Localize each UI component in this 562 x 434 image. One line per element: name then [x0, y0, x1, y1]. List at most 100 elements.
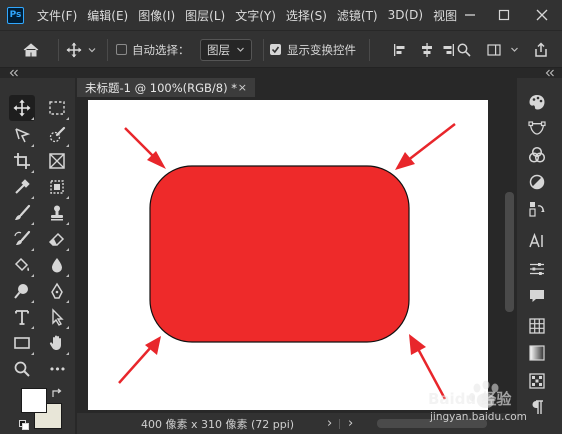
foreground-color-swatch[interactable] [21, 388, 47, 413]
maximize-button[interactable] [490, 0, 518, 30]
align-right-button[interactable] [441, 31, 455, 68]
zoom-tool[interactable] [9, 356, 35, 382]
menu-layer[interactable]: 图层(L) [185, 7, 225, 24]
baidu-watermark: Baidu 经验 jingyan.baidu.com [422, 370, 542, 434]
divider [263, 39, 264, 61]
color-panel-button[interactable] [526, 91, 548, 113]
workspace-button[interactable] [487, 31, 501, 68]
menu-select[interactable]: 选择(S) [286, 7, 327, 24]
rounded-rectangle-shape[interactable] [149, 165, 410, 343]
quick-selection-tool[interactable] [44, 122, 70, 148]
type-tool[interactable] [9, 304, 35, 330]
sliders-icon [530, 263, 544, 275]
checkbox-box[interactable] [116, 44, 127, 55]
menu-edit[interactable]: 编辑(E) [87, 7, 128, 24]
menu-type[interactable]: 文字(Y) [235, 7, 276, 24]
gradients-panel-button[interactable] [526, 342, 548, 364]
swap-colors-button[interactable] [51, 387, 63, 402]
zoom-icon [14, 361, 30, 377]
menu-filter[interactable]: 滤镜(T) [337, 7, 378, 24]
hand-tool[interactable] [44, 330, 70, 356]
lasso-tool[interactable] [9, 122, 35, 148]
tab-close-icon[interactable]: × [238, 81, 247, 94]
path-selection-tool[interactable] [44, 304, 70, 330]
frame-tool[interactable] [44, 148, 70, 174]
photoshop-logo[interactable]: Ps [7, 6, 24, 24]
search-icon [457, 43, 471, 57]
clone-stamp-tool[interactable] [44, 200, 70, 226]
search-button[interactable] [457, 31, 471, 68]
tools-panel: ••• [0, 78, 75, 434]
default-colors-button[interactable] [19, 419, 29, 433]
rectangle-icon [14, 337, 30, 349]
marquee-tool[interactable] [44, 95, 70, 121]
home-icon [23, 42, 39, 56]
minimize-icon [465, 14, 475, 16]
default-colors-icon [19, 420, 29, 430]
eyedropper-tool[interactable] [9, 174, 35, 200]
crop-icon [14, 153, 30, 169]
history-brush-icon [14, 230, 31, 245]
history-brush-tool[interactable] [9, 226, 35, 252]
horizontal-scroll-left[interactable]: › [348, 416, 353, 431]
character-panel-button[interactable] [526, 230, 548, 252]
healing-icon [50, 180, 64, 194]
menu-image[interactable]: 图像(I) [138, 7, 175, 24]
status-nav-arrow[interactable]: › [327, 416, 332, 431]
auto-select-target-dropdown[interactable]: 图层 [200, 38, 252, 61]
document-tab[interactable]: 未标题-1 @ 100%(RGB/8) * × [77, 78, 255, 97]
toolbar-collapse-strip[interactable] [0, 68, 75, 78]
auto-select-checkbox[interactable] [116, 31, 127, 68]
vertical-scrollbar[interactable] [503, 97, 517, 413]
paint-bucket-tool[interactable] [9, 252, 35, 278]
paths-panel-button[interactable] [526, 117, 548, 139]
paint-bucket-icon [14, 257, 30, 272]
dodge-tool[interactable] [9, 278, 35, 304]
tool-preset-picker[interactable] [66, 31, 97, 68]
share-button[interactable] [533, 31, 549, 68]
blur-tool[interactable] [44, 252, 70, 278]
layers-shortcut-icon [529, 202, 545, 217]
close-button[interactable] [528, 0, 556, 30]
rectangle-tool[interactable] [9, 330, 35, 356]
swatches-panel-button[interactable] [526, 315, 548, 337]
workspace-dropdown[interactable] [510, 31, 519, 68]
home-button[interactable] [22, 31, 40, 68]
workspace-icon [487, 43, 501, 56]
menu-file[interactable]: 文件(F) [37, 7, 77, 24]
checkbox-box[interactable] [270, 44, 281, 55]
maximize-icon [498, 9, 510, 21]
panel-collapse-strip[interactable] [517, 68, 562, 78]
show-transform-checkbox[interactable] [270, 31, 281, 68]
minimize-button[interactable] [456, 0, 484, 30]
share-icon [535, 41, 547, 57]
channels-panel-button[interactable] [526, 144, 548, 166]
channels-icon [528, 146, 546, 163]
pen-tool[interactable] [44, 278, 70, 304]
align-left-button[interactable] [393, 31, 407, 68]
more-icon: ••• [48, 362, 66, 376]
scrollbar-thumb[interactable] [505, 192, 514, 312]
adjustments-panel-button[interactable] [526, 171, 548, 193]
divider [107, 39, 108, 61]
move-tool[interactable] [9, 95, 35, 121]
align-center-button[interactable] [420, 31, 434, 68]
spot-healing-tool[interactable] [44, 174, 70, 200]
palette-icon [529, 95, 545, 110]
brush-tool[interactable] [9, 200, 35, 226]
libraries-panel-button[interactable] [526, 198, 548, 220]
comments-panel-button[interactable] [526, 285, 548, 307]
crop-tool[interactable] [9, 148, 35, 174]
menu-view[interactable]: 视图 [433, 7, 457, 24]
properties-panel-button[interactable] [526, 258, 548, 280]
edit-toolbar-button[interactable]: ••• [44, 356, 70, 382]
eraser-tool[interactable] [44, 226, 70, 252]
watermark-url: jingyan.baidu.com [430, 411, 527, 423]
divider [58, 39, 59, 61]
canvas-area[interactable] [77, 97, 503, 413]
align-right-icon [443, 43, 454, 56]
align-left-icon [394, 43, 405, 56]
canvas-svg[interactable] [77, 97, 503, 413]
hand-icon [49, 335, 61, 350]
menu-3d[interactable]: 3D(D) [388, 8, 423, 22]
